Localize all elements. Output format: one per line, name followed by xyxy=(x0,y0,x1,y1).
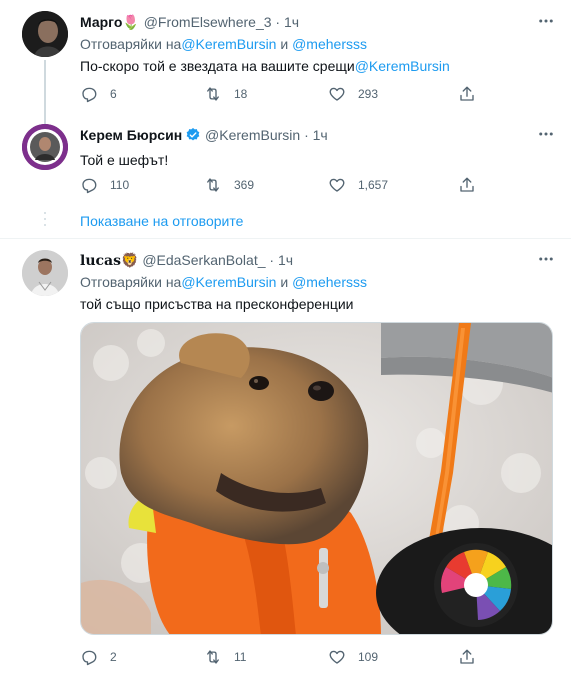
separator-dot: · xyxy=(304,127,309,143)
like-button[interactable]: 109 xyxy=(328,647,378,667)
replying-to: Отговаряйки на@KeremBursin и @mehersss xyxy=(80,34,557,54)
avatar-image xyxy=(22,124,68,170)
share-button[interactable] xyxy=(458,84,476,104)
show-replies-link[interactable]: Показване на отговорите xyxy=(80,211,243,231)
avatar-image xyxy=(22,250,68,296)
reply-button[interactable]: 6 xyxy=(80,84,117,104)
reply-count: 2 xyxy=(110,650,117,664)
user-handle[interactable]: @EdaSerkanBolat_ xyxy=(142,252,265,268)
heart-icon xyxy=(329,87,345,101)
replying-to-and: и xyxy=(276,274,293,290)
divider xyxy=(0,238,571,239)
reply-count: 110 xyxy=(110,178,130,192)
reply-icon xyxy=(82,178,97,194)
more-icon[interactable] xyxy=(535,250,557,270)
thread-dots xyxy=(43,212,47,230)
retweet-button[interactable]: 18 xyxy=(204,84,247,104)
retweet-count: 11 xyxy=(234,650,247,664)
timestamp[interactable]: 1ч xyxy=(284,14,299,30)
like-count: 1,657 xyxy=(358,178,389,192)
tweet-header: Марго🌷 @FromElsewhere_3 · 1ч xyxy=(80,12,557,32)
reply-icon xyxy=(82,650,97,666)
user-handle[interactable]: @KeremBursin xyxy=(205,127,300,143)
tweet-text: той също присъства на пресконференции xyxy=(80,296,354,312)
display-name[interactable]: lucas xyxy=(80,253,121,269)
tweet-text: По-скоро той е звездата на вашите срещи@… xyxy=(80,56,557,76)
dog-photo-image xyxy=(81,323,552,634)
retweet-count: 369 xyxy=(234,178,255,192)
verified-badge-icon xyxy=(186,128,200,141)
user-handle[interactable]: @FromElsewhere_3 xyxy=(144,14,272,30)
reply-button[interactable]: 2 xyxy=(80,647,117,667)
retweet-icon xyxy=(207,87,219,101)
thread-line xyxy=(44,60,46,128)
tweet-media-photo[interactable] xyxy=(80,322,553,635)
replying-to-and: и xyxy=(276,36,293,52)
replying-to: Отговаряйки на@KeremBursin и @mehersss xyxy=(80,272,557,292)
mention-link[interactable]: @KeremBursin xyxy=(181,274,276,290)
like-count: 293 xyxy=(358,87,379,101)
mention-link[interactable]: @KeremBursin xyxy=(181,36,276,52)
retweet-button[interactable]: 11 xyxy=(204,647,246,667)
timestamp[interactable]: 1ч xyxy=(278,252,293,268)
share-button[interactable] xyxy=(458,647,476,667)
share-icon xyxy=(460,649,474,664)
separator-dot: · xyxy=(269,252,275,268)
like-button[interactable]: 293 xyxy=(328,84,378,104)
retweet-button[interactable]: 369 xyxy=(204,175,254,195)
replying-to-label: Отговаряйки на xyxy=(80,36,182,52)
heart-icon xyxy=(329,650,345,664)
reply-count: 6 xyxy=(110,87,117,101)
avatar-margo[interactable] xyxy=(22,11,68,57)
display-name[interactable]: Керем Бюрсин xyxy=(80,127,182,143)
lion-emoji: 🦁 xyxy=(120,252,139,268)
avatar-image xyxy=(22,11,68,57)
mention-link[interactable]: @mehersss xyxy=(292,274,367,290)
retweet-icon xyxy=(207,178,219,192)
like-button[interactable]: 1,657 xyxy=(328,175,388,195)
mention-link[interactable]: @mehersss xyxy=(292,36,367,52)
tulip-emoji: 🌷 xyxy=(122,14,140,30)
tweet-text: Той е шефът! xyxy=(80,152,169,168)
mention-link[interactable]: @KeremBursin xyxy=(355,58,450,74)
share-button[interactable] xyxy=(458,175,476,195)
reply-icon xyxy=(82,87,97,103)
tweet-1[interactable]: Марго🌷 @FromElsewhere_3 · 1ч Отговаряйки… xyxy=(0,0,571,128)
share-icon xyxy=(460,177,474,192)
tweet-2[interactable]: Керем Бюрсин @KeremBursin · 1ч Той е шеф… xyxy=(0,122,571,232)
timestamp[interactable]: 1ч xyxy=(313,127,328,143)
heart-icon xyxy=(329,178,345,192)
more-icon[interactable] xyxy=(535,12,557,32)
tweet-header: Керем Бюрсин @KeremBursin · 1ч xyxy=(80,125,557,145)
retweet-count: 18 xyxy=(234,87,248,101)
avatar-kerem[interactable] xyxy=(22,124,68,170)
more-icon[interactable] xyxy=(535,125,557,145)
tweet-text-body: По-скоро той е звездата на вашите срещи xyxy=(80,58,355,74)
replying-to-label: Отговаряйки на xyxy=(80,274,182,290)
tweet-header: lucas🦁 @EdaSerkanBolat_ · 1ч xyxy=(80,250,557,270)
retweet-icon xyxy=(207,650,219,664)
display-name[interactable]: Марго xyxy=(80,14,122,30)
separator-dot: · xyxy=(275,14,281,30)
share-icon xyxy=(460,86,474,101)
like-count: 109 xyxy=(358,650,379,664)
avatar-lucas[interactable] xyxy=(22,250,68,296)
reply-button[interactable]: 110 xyxy=(80,175,129,195)
